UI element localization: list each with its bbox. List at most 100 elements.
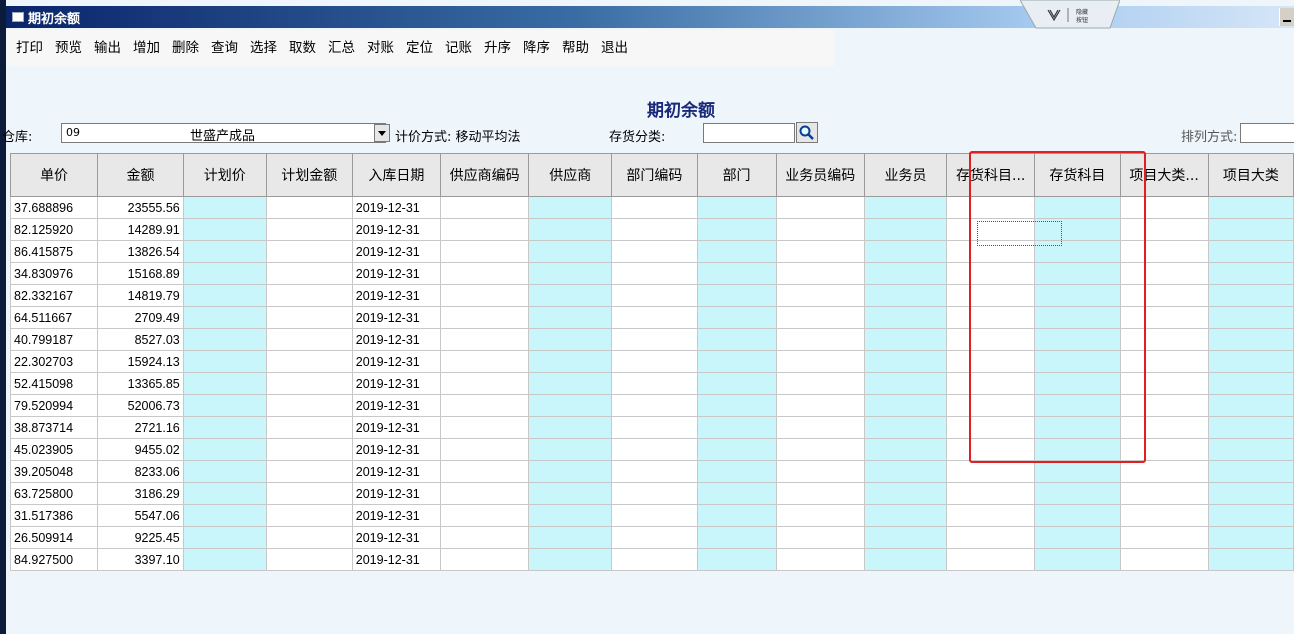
table-cell[interactable] (265, 350, 353, 373)
menu-item-12[interactable]: 升序 (478, 30, 517, 66)
table-cell[interactable] (946, 196, 1036, 219)
table-cell[interactable]: 15924.13 (97, 350, 184, 373)
table-cell[interactable] (1119, 262, 1209, 285)
table-cell[interactable]: 5547.06 (97, 504, 184, 527)
table-cell[interactable]: 9455.02 (97, 438, 184, 461)
table-cell[interactable] (265, 460, 353, 483)
table-cell[interactable]: 2019-12-31 (351, 438, 441, 461)
table-cell[interactable] (775, 284, 865, 307)
table-cell[interactable]: 13826.54 (97, 240, 184, 263)
table-cell[interactable]: 63.725800 (10, 482, 99, 505)
table-cell[interactable] (439, 548, 530, 571)
column-header-7[interactable]: 部门编码 (611, 153, 698, 197)
table-cell[interactable]: 39.205048 (10, 460, 99, 483)
table-cell[interactable] (611, 306, 698, 329)
table-cell[interactable]: 2019-12-31 (351, 394, 441, 417)
table-cell[interactable] (439, 438, 530, 461)
table-cell[interactable]: 2721.16 (97, 416, 184, 439)
table-cell[interactable] (946, 350, 1036, 373)
table-cell[interactable]: 8527.03 (97, 328, 184, 351)
table-cell[interactable] (439, 240, 530, 263)
table-cell[interactable] (946, 504, 1036, 527)
table-cell[interactable] (696, 262, 777, 285)
table-cell[interactable]: 3186.29 (97, 482, 184, 505)
menu-item-14[interactable]: 帮助 (556, 30, 595, 66)
menu-item-11[interactable]: 记账 (439, 30, 478, 66)
column-header-8[interactable]: 部门 (696, 153, 777, 197)
column-header-6[interactable]: 供应商 (528, 153, 613, 197)
table-cell[interactable]: 22.302703 (10, 350, 99, 373)
hide-buttons-tab[interactable]: 隐藏 按钮 (1020, 0, 1120, 34)
table-cell[interactable] (863, 284, 948, 307)
table-cell[interactable] (946, 306, 1036, 329)
table-cell[interactable] (182, 328, 267, 351)
table-cell[interactable] (528, 262, 613, 285)
table-cell[interactable] (1119, 240, 1209, 263)
table-cell[interactable] (265, 548, 353, 571)
table-cell[interactable] (182, 548, 267, 571)
table-cell[interactable] (1207, 262, 1294, 285)
table-cell[interactable] (696, 372, 777, 395)
table-cell[interactable] (1034, 372, 1121, 395)
table-cell[interactable] (439, 328, 530, 351)
table-cell[interactable] (946, 548, 1036, 571)
table-cell[interactable] (696, 438, 777, 461)
table-cell[interactable] (439, 306, 530, 329)
table-cell[interactable] (1207, 526, 1294, 549)
table-cell[interactable] (696, 394, 777, 417)
column-header-10[interactable]: 业务员 (863, 153, 948, 197)
table-cell[interactable] (775, 482, 865, 505)
table-cell[interactable] (1034, 240, 1121, 263)
menu-item-13[interactable]: 降序 (517, 30, 556, 66)
table-cell[interactable] (182, 438, 267, 461)
table-cell[interactable]: 2019-12-31 (351, 416, 441, 439)
table-cell[interactable] (1034, 328, 1121, 351)
table-cell[interactable] (1119, 372, 1209, 395)
menu-item-5[interactable]: 查询 (205, 30, 244, 66)
table-cell[interactable] (182, 306, 267, 329)
table-cell[interactable] (863, 548, 948, 571)
table-cell[interactable] (611, 438, 698, 461)
table-cell[interactable] (1034, 460, 1121, 483)
table-cell[interactable] (182, 284, 267, 307)
table-cell[interactable] (611, 372, 698, 395)
table-cell[interactable]: 52006.73 (97, 394, 184, 417)
table-cell[interactable] (1207, 196, 1294, 219)
table-cell[interactable] (439, 394, 530, 417)
table-cell[interactable] (528, 284, 613, 307)
table-cell[interactable] (863, 372, 948, 395)
menu-item-6[interactable]: 选择 (244, 30, 283, 66)
table-cell[interactable] (528, 306, 613, 329)
table-cell[interactable]: 2019-12-31 (351, 240, 441, 263)
table-cell[interactable] (863, 394, 948, 417)
table-cell[interactable]: 2019-12-31 (351, 284, 441, 307)
column-header-2[interactable]: 计划价 (182, 153, 267, 197)
table-cell[interactable] (775, 328, 865, 351)
table-cell[interactable] (696, 504, 777, 527)
table-cell[interactable] (1034, 196, 1121, 219)
table-cell[interactable]: 23555.56 (97, 196, 184, 219)
table-cell[interactable] (611, 328, 698, 351)
table-cell[interactable] (182, 372, 267, 395)
table-cell[interactable] (775, 394, 865, 417)
column-header-11[interactable]: 存货科目... (946, 153, 1036, 197)
table-cell[interactable] (265, 394, 353, 417)
column-header-1[interactable]: 金额 (97, 153, 184, 197)
table-cell[interactable]: 14289.91 (97, 218, 184, 241)
table-cell[interactable] (1119, 350, 1209, 373)
table-cell[interactable] (696, 482, 777, 505)
table-cell[interactable] (439, 504, 530, 527)
table-cell[interactable] (1207, 504, 1294, 527)
table-cell[interactable]: 2019-12-31 (351, 350, 441, 373)
table-cell[interactable] (863, 306, 948, 329)
table-cell[interactable] (863, 218, 948, 241)
table-cell[interactable] (528, 218, 613, 241)
menu-item-9[interactable]: 对账 (361, 30, 400, 66)
table-cell[interactable] (1034, 504, 1121, 527)
table-cell[interactable] (528, 504, 613, 527)
table-cell[interactable]: 45.023905 (10, 438, 99, 461)
table-cell[interactable] (265, 328, 353, 351)
table-cell[interactable] (182, 262, 267, 285)
column-header-0[interactable]: 单价 (10, 153, 99, 197)
table-cell[interactable] (611, 548, 698, 571)
